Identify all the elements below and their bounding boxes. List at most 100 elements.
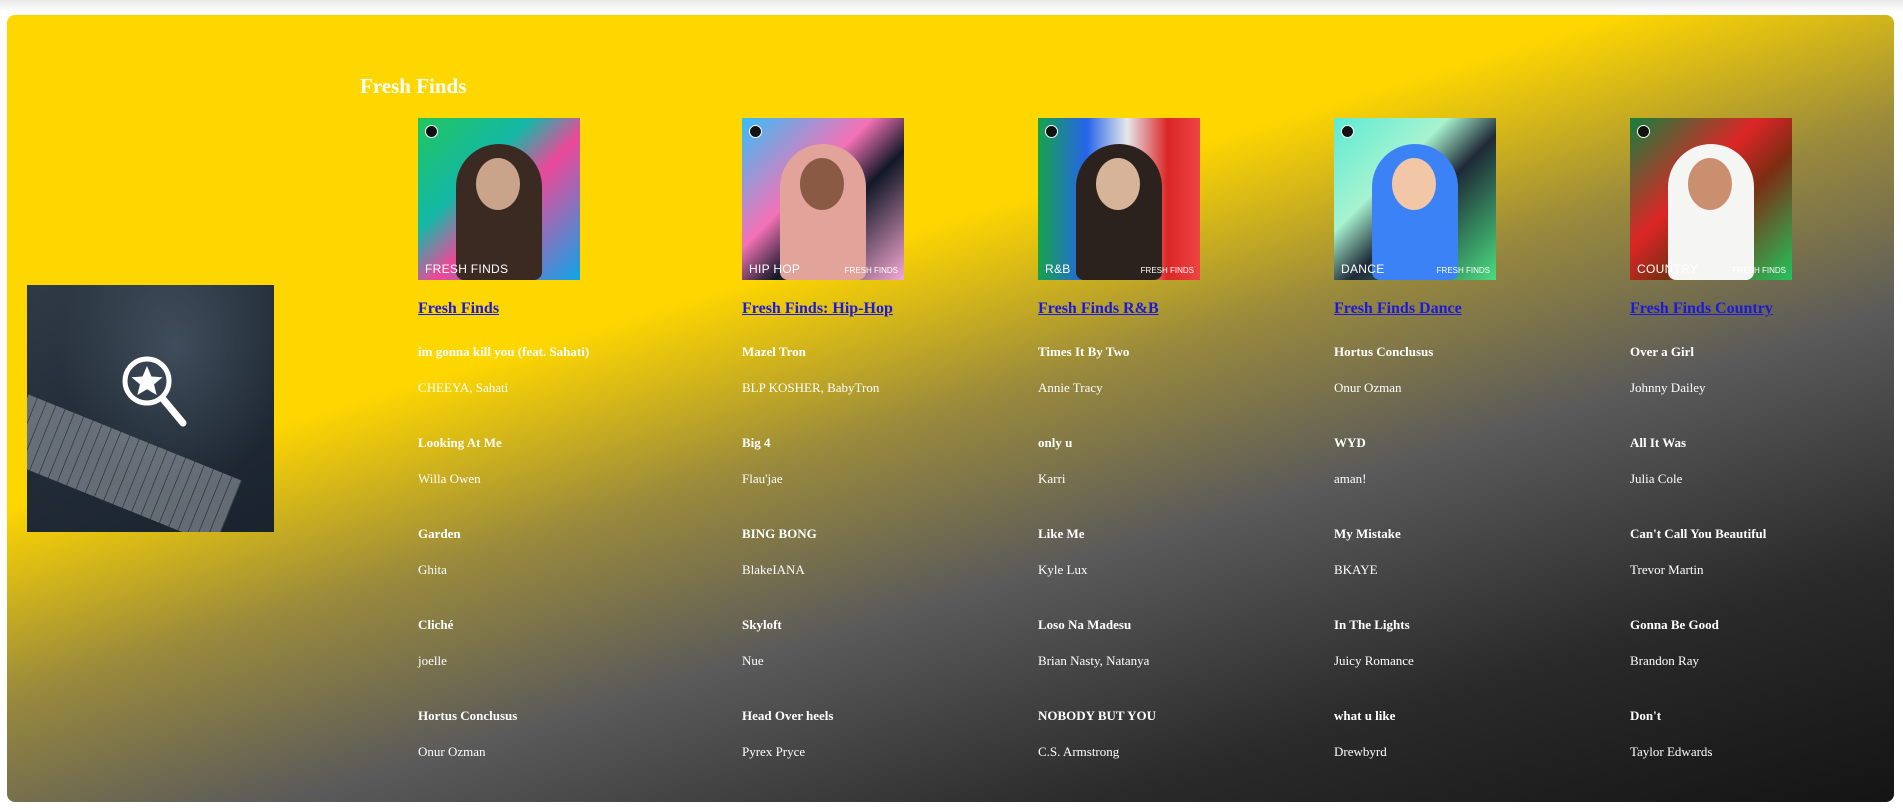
- track-artist: Onur Ozman: [418, 744, 486, 759]
- playlist-title-link[interactable]: Fresh Finds R&B: [1038, 300, 1338, 318]
- cover-brand-label: FRESH FINDS: [1140, 266, 1194, 275]
- track-item: Mazel Tron BLP KOSHER, BabyTron: [742, 344, 1042, 435]
- track-artist: Onur Ozman: [1334, 380, 1402, 395]
- cover-brand-label: FRESH FINDS: [844, 266, 898, 275]
- track-name: Gonna Be Good: [1630, 617, 1719, 632]
- spotify-logo-icon: [1637, 125, 1650, 138]
- track-artist: Nue: [742, 653, 764, 668]
- playlist-title-link[interactable]: Fresh Finds Dance: [1334, 300, 1634, 318]
- track-item: In The Lights Juicy Romance: [1334, 617, 1634, 708]
- track-list: Times It By Two Annie Tracy only u Karri L…: [1038, 344, 1338, 799]
- section-title: Fresh Finds: [360, 74, 467, 98]
- track-artist: Taylor Edwards: [1630, 744, 1713, 759]
- track-artist: Johnny Dailey: [1630, 380, 1706, 395]
- spotify-logo-icon: [1045, 125, 1058, 138]
- track-artist: Annie Tracy: [1038, 380, 1103, 395]
- track-artist: aman!: [1334, 471, 1367, 486]
- track-item: WYD aman!: [1334, 435, 1634, 526]
- track-name: im gonna kill you (feat. Sahati): [418, 344, 590, 359]
- track-name: NOBODY BUT YOU: [1038, 708, 1156, 723]
- top-shadow: [0, 0, 1903, 12]
- track-name: only u: [1038, 435, 1073, 450]
- playlist-card: COUNTRY FRESH FINDS Fresh Finds Country …: [1630, 118, 1894, 799]
- track-item: Like Me Kyle Lux: [1038, 526, 1338, 617]
- track-list: Mazel Tron BLP KOSHER, BabyTron Big 4 Flau…: [742, 344, 1042, 799]
- playlist-cover[interactable]: COUNTRY FRESH FINDS: [1630, 118, 1792, 280]
- track-name: Times It By Two: [1038, 344, 1130, 359]
- track-name: Mazel Tron: [742, 344, 806, 359]
- track-name: My Mistake: [1334, 526, 1401, 541]
- track-artist: joelle: [418, 653, 447, 668]
- playlist-card: FRESH FINDS Fresh Finds im gonna kill yo…: [418, 118, 718, 799]
- track-artist: Willa Owen: [418, 471, 481, 486]
- track-list: Over a Girl Johnny Dailey All It Was Julia…: [1630, 344, 1894, 799]
- track-item: All It Was Julia Cole: [1630, 435, 1894, 526]
- playlist-cover[interactable]: R&B FRESH FINDS: [1038, 118, 1200, 280]
- cover-genre-label: R&B: [1045, 262, 1071, 276]
- track-item: Head Over heels Pyrex Pryce: [742, 708, 1042, 799]
- track-artist: CHEEYA, Sahati: [418, 380, 509, 395]
- track-name: Big 4: [742, 435, 771, 450]
- playlist-title-link[interactable]: Fresh Finds Country: [1630, 300, 1894, 318]
- track-item: Hortus Conclusus Onur Ozman: [418, 708, 718, 799]
- star-magnifier-icon: [122, 356, 187, 427]
- track-name: BING BONG: [742, 526, 817, 541]
- track-artist: Kyle Lux: [1038, 562, 1088, 577]
- track-name: Hortus Conclusus: [1334, 344, 1434, 359]
- spotify-logo-icon: [1341, 125, 1354, 138]
- track-artist: Drewbyrd: [1334, 744, 1387, 759]
- track-name: Cliché: [418, 617, 454, 632]
- track-name: In The Lights: [1334, 617, 1410, 632]
- cover-genre-label: DANCE: [1341, 262, 1385, 276]
- track-artist: Flau'jae: [742, 471, 783, 486]
- track-item: Can't Call You Beautiful Trevor Martin: [1630, 526, 1894, 617]
- track-item: NOBODY BUT YOU C.S. Armstrong: [1038, 708, 1338, 799]
- track-artist: Karri: [1038, 471, 1066, 486]
- track-artist: Pyrex Pryce: [742, 744, 806, 759]
- track-artist: Brian Nasty, Natanya: [1038, 653, 1150, 668]
- track-item: Don't Taylor Edwards: [1630, 708, 1894, 799]
- track-item: Cliché joelle: [418, 617, 718, 708]
- track-artist: Juicy Romance: [1334, 653, 1414, 668]
- playlist-title-link[interactable]: Fresh Finds: [418, 300, 718, 318]
- track-item: Hortus Conclusus Onur Ozman: [1334, 344, 1634, 435]
- track-item: My Mistake BKAYE: [1334, 526, 1634, 617]
- cover-brand-label: FRESH FINDS: [1732, 266, 1786, 275]
- track-name: All It Was: [1630, 435, 1687, 450]
- track-name: what u like: [1334, 708, 1396, 723]
- fresh-finds-panel: Fresh Finds FRESH FINDS Fresh Finds im g…: [7, 15, 1894, 802]
- track-item: Garden Ghita: [418, 526, 718, 617]
- cover-brand-label: FRESH FINDS: [1436, 266, 1490, 275]
- track-item: Times It By Two Annie Tracy: [1038, 344, 1338, 435]
- track-name: Hortus Conclusus: [418, 708, 518, 723]
- cover-genre-label: FRESH FINDS: [425, 262, 509, 276]
- track-name: Like Me: [1038, 526, 1085, 541]
- track-item: im gonna kill you (feat. Sahati) CHEEYA, …: [418, 344, 718, 435]
- track-name: WYD: [1334, 435, 1366, 450]
- track-artist: BKAYE: [1334, 562, 1378, 577]
- hero-image: [27, 285, 274, 532]
- playlist-cover[interactable]: DANCE FRESH FINDS: [1334, 118, 1496, 280]
- cover-genre-label: COUNTRY: [1637, 262, 1699, 276]
- track-item: Looking At Me Willa Owen: [418, 435, 718, 526]
- track-name: Looking At Me: [418, 435, 502, 450]
- playlist-title-link[interactable]: Fresh Finds: Hip-Hop: [742, 300, 1042, 318]
- playlist-card: R&B FRESH FINDS Fresh Finds R&B Times It…: [1038, 118, 1338, 799]
- playlist-card: DANCE FRESH FINDS Fresh Finds Dance Hort…: [1334, 118, 1634, 799]
- track-artist: Ghita: [418, 562, 447, 577]
- track-artist: Brandon Ray: [1630, 653, 1699, 668]
- track-name: Loso Na Madesu: [1038, 617, 1132, 632]
- track-artist: BlakeIANA: [742, 562, 805, 577]
- track-item: Over a Girl Johnny Dailey: [1630, 344, 1894, 435]
- track-item: Loso Na Madesu Brian Nasty, Natanya: [1038, 617, 1338, 708]
- track-item: BING BONG BlakeIANA: [742, 526, 1042, 617]
- playlist-cover[interactable]: HIP HOP FRESH FINDS: [742, 118, 904, 280]
- track-list: Hortus Conclusus Onur Ozman WYD aman! My M…: [1334, 344, 1634, 799]
- playlist-card: HIP HOP FRESH FINDS Fresh Finds: Hip-Hop…: [742, 118, 1042, 799]
- track-list: im gonna kill you (feat. Sahati) CHEEYA, …: [418, 344, 718, 799]
- track-name: Don't: [1630, 708, 1662, 723]
- track-name: Head Over heels: [742, 708, 834, 723]
- playlist-cover[interactable]: FRESH FINDS: [418, 118, 580, 280]
- cover-genre-label: HIP HOP: [749, 262, 801, 276]
- track-item: Skyloft Nue: [742, 617, 1042, 708]
